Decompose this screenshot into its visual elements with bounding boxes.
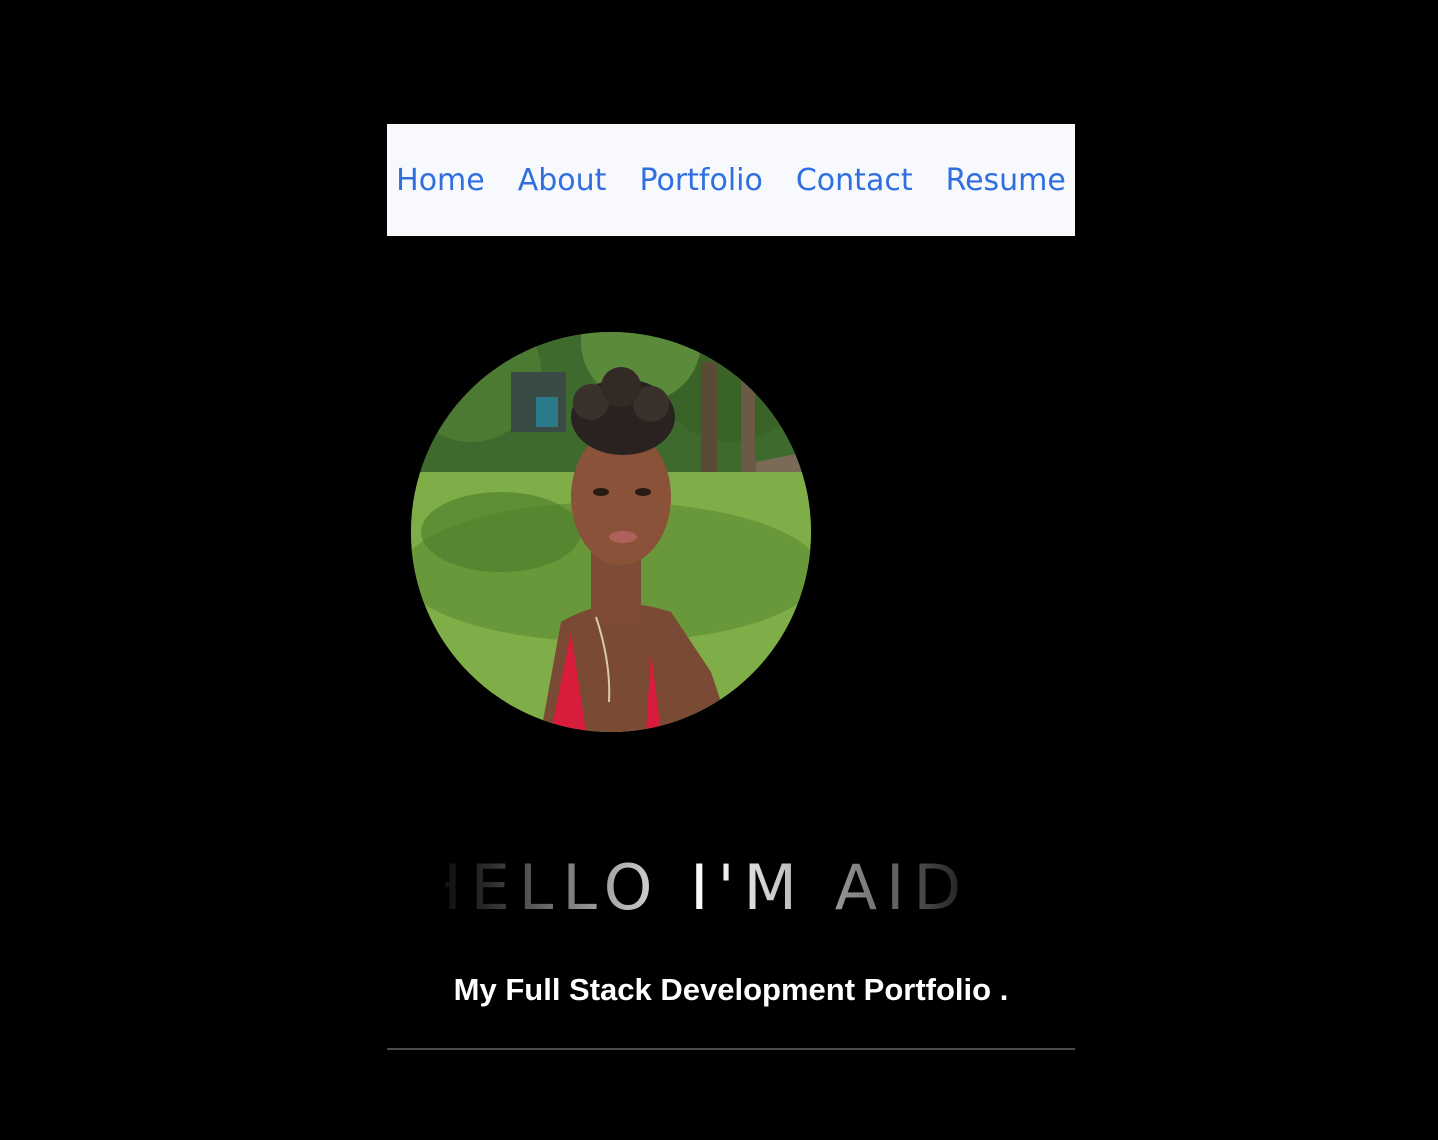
hero-greeting-text: HELLO I'M AIDA xyxy=(445,850,960,926)
hero-greeting: HELLO I'M AIDA xyxy=(445,850,960,930)
navbar: Home About Portfolio Contact Resume xyxy=(387,124,1075,236)
section-divider xyxy=(387,1048,1075,1050)
page: Home About Portfolio Contact Resume ELLO… xyxy=(0,0,1438,1140)
hero-subtitle: My Full Stack Development Portfolio . xyxy=(453,972,1009,1007)
nav-link-about[interactable]: About xyxy=(518,163,607,198)
nav-link-home[interactable]: Home xyxy=(396,163,485,198)
nav-link-portfolio[interactable]: Portfolio xyxy=(639,163,762,198)
nav-link-resume[interactable]: Resume xyxy=(946,163,1066,198)
nav-link-contact[interactable]: Contact xyxy=(796,163,913,198)
profile-photo xyxy=(411,332,811,732)
